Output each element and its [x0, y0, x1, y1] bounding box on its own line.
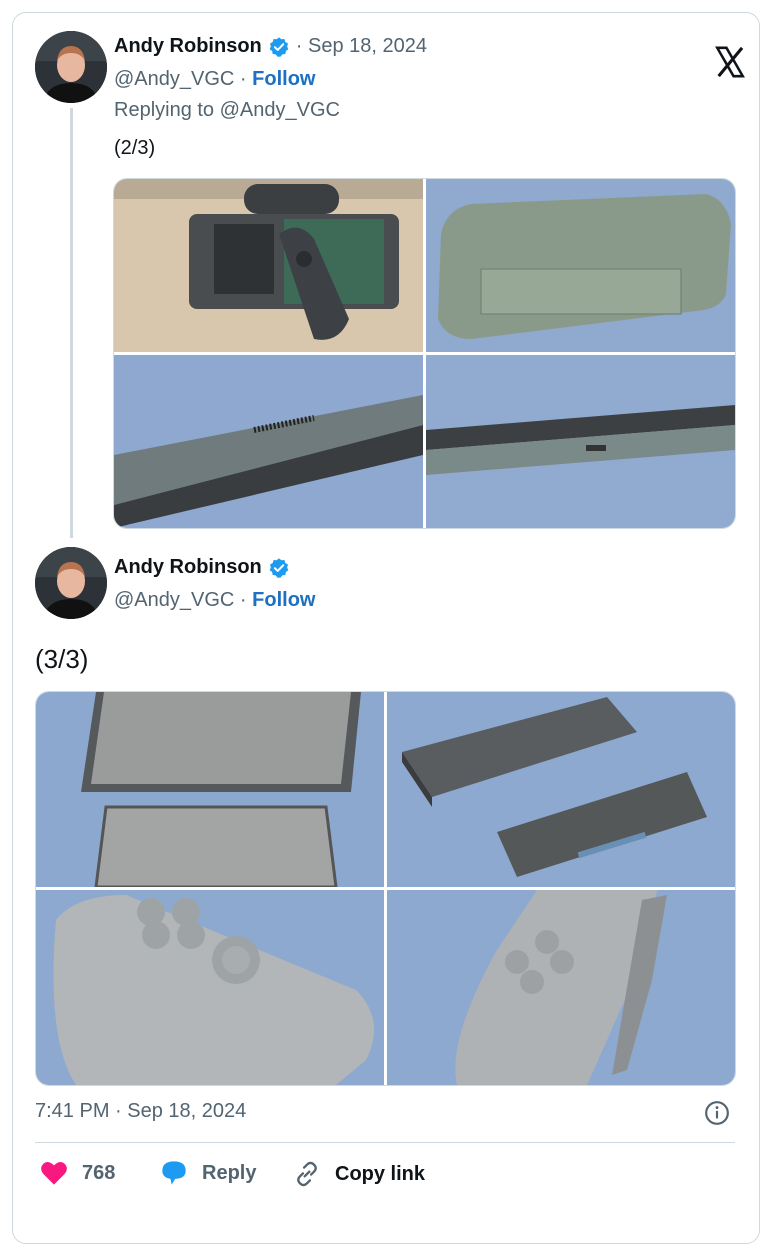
- like-button[interactable]: 768: [40, 1160, 115, 1186]
- media-grid[interactable]: [35, 691, 736, 1086]
- media-render-bottom-edge[interactable]: [426, 355, 735, 528]
- avatar[interactable]: [35, 31, 107, 103]
- heart-icon: [41, 1161, 67, 1185]
- media-render-screens[interactable]: [36, 692, 384, 887]
- verified-badge-icon: [269, 36, 289, 57]
- media-render-joycon-right[interactable]: [36, 890, 384, 1085]
- media-render-console-body[interactable]: [387, 692, 735, 887]
- copy-link-label: Copy link: [335, 1162, 426, 1185]
- handle[interactable]: @Andy_VGC: [114, 589, 234, 611]
- tweet-text: (2/3): [114, 137, 156, 159]
- tweet-date[interactable]: · Sep 18, 2024: [296, 35, 427, 58]
- reply-label: Reply: [202, 1161, 257, 1184]
- replying-to[interactable]: Replying to @Andy_VGC: [114, 99, 340, 122]
- copy-link-button[interactable]: Copy link: [293, 1160, 425, 1188]
- avatar[interactable]: [35, 547, 107, 619]
- author-name-text[interactable]: Andy Robinson: [114, 35, 262, 58]
- link-icon: [297, 1161, 317, 1187]
- x-logo-icon[interactable]: [713, 45, 747, 79]
- tweet-text: (3/3): [35, 644, 89, 674]
- reply-button[interactable]: Reply: [160, 1160, 256, 1186]
- divider: [35, 1142, 735, 1143]
- thread-line: [70, 108, 73, 538]
- media-render-top-edge[interactable]: [114, 355, 423, 528]
- tweet-timestamp[interactable]: 7:41 PM · Sep 18, 2024: [35, 1100, 246, 1123]
- author-name[interactable]: Andy Robinson: [114, 556, 290, 579]
- media-photo-disassembled-console[interactable]: [114, 179, 423, 352]
- handle-line: @Andy_VGC · Follow: [114, 589, 315, 612]
- separator: ·: [234, 589, 253, 611]
- info-icon[interactable]: [704, 1100, 730, 1126]
- separator: ·: [234, 68, 253, 90]
- like-count: 768: [82, 1161, 116, 1184]
- media-render-joycon-left[interactable]: [387, 890, 735, 1085]
- author-name[interactable]: Andy Robinson · Sep 18, 2024: [114, 35, 427, 58]
- media-grid[interactable]: [113, 178, 736, 529]
- reply-bubble-icon: [162, 1161, 186, 1185]
- handle-line: @Andy_VGC · Follow: [114, 68, 315, 91]
- media-render-back[interactable]: [426, 179, 735, 352]
- author-name-text[interactable]: Andy Robinson: [114, 556, 262, 579]
- follow-button[interactable]: Follow: [252, 68, 315, 90]
- verified-badge-icon: [269, 557, 289, 578]
- handle[interactable]: @Andy_VGC: [114, 68, 234, 90]
- follow-button[interactable]: Follow: [252, 589, 315, 611]
